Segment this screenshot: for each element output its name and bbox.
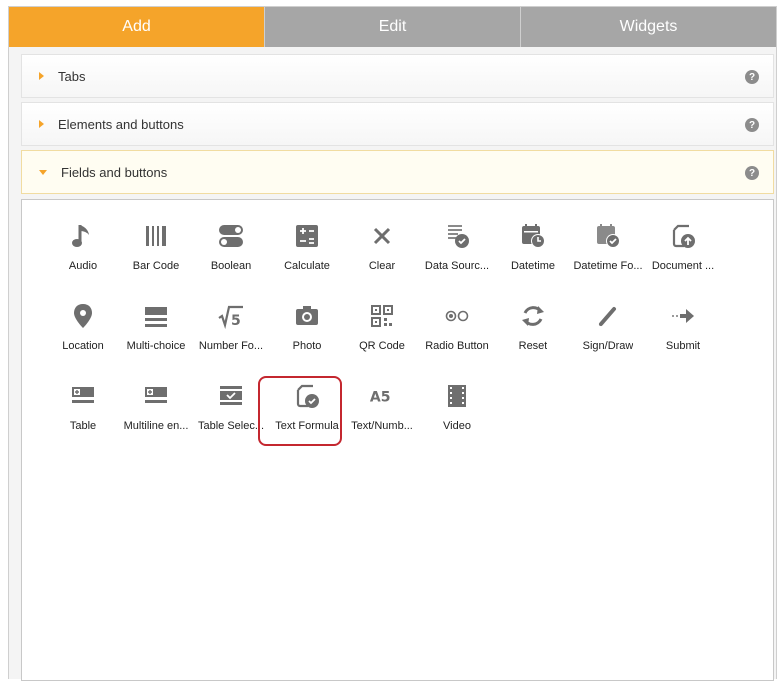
field-video[interactable]: Video xyxy=(418,380,496,444)
field-multi-choice[interactable]: Multi-choice xyxy=(117,300,195,364)
field-clear[interactable]: Clear xyxy=(343,220,421,284)
tab-edit[interactable]: Edit xyxy=(265,7,521,47)
datetime-formula-icon xyxy=(594,222,622,250)
location-icon xyxy=(69,302,97,330)
table-icon xyxy=(69,382,97,410)
field-label: Submit xyxy=(665,340,701,352)
field-bar-code[interactable]: Bar Code xyxy=(117,220,195,284)
field-label: Calculate xyxy=(284,260,330,272)
datetime-icon xyxy=(519,222,547,250)
multi-choice-icon xyxy=(142,302,170,330)
calculate-icon xyxy=(293,222,321,250)
field-number-formula[interactable]: 5 Number Fo... xyxy=(192,300,270,364)
field-label: Multi-choice xyxy=(126,340,186,352)
field-label: Datetime xyxy=(510,260,556,272)
caret-right-icon xyxy=(39,72,44,80)
field-label: Data Sourc... xyxy=(424,260,490,272)
photo-icon xyxy=(293,302,321,330)
section-fields-label: Fields and buttons xyxy=(61,164,168,180)
svg-text:5: 5 xyxy=(231,313,241,329)
video-icon xyxy=(443,382,471,410)
text-number-icon: A5 xyxy=(368,382,396,410)
field-datetime-formula[interactable]: Datetime Fo... xyxy=(569,220,647,284)
field-label: Number Fo... xyxy=(198,340,264,352)
section-tabs-label: Tabs xyxy=(58,68,86,84)
field-datetime[interactable]: Datetime xyxy=(494,220,572,284)
text-number-glyph: A5 xyxy=(370,390,391,406)
field-label: Table Selec... xyxy=(197,420,265,432)
field-multiline-entry[interactable]: Multiline en... xyxy=(117,380,195,444)
field-label: Boolean xyxy=(210,260,252,272)
field-text-number[interactable]: A5 Text/Numb... xyxy=(343,380,421,444)
field-location[interactable]: Location xyxy=(44,300,122,364)
field-label: Photo xyxy=(292,340,322,352)
audio-icon xyxy=(69,222,97,250)
clear-icon xyxy=(368,222,396,250)
field-document[interactable]: Document ... xyxy=(644,220,722,284)
section-elements-and-buttons[interactable]: Elements and buttons ? xyxy=(21,102,774,146)
data-source-icon xyxy=(443,222,471,250)
help-icon[interactable]: ? xyxy=(745,166,759,180)
caret-down-icon xyxy=(39,169,47,175)
field-radio-button[interactable]: Radio Button xyxy=(418,300,496,364)
qr-code-icon xyxy=(368,302,396,330)
text-formula-highlight xyxy=(258,376,342,446)
field-table[interactable]: Table xyxy=(44,380,122,444)
barcode-icon xyxy=(142,222,170,250)
section-fields-and-buttons[interactable]: Fields and buttons ? xyxy=(21,150,774,194)
field-data-source[interactable]: Data Sourc... xyxy=(418,220,496,284)
field-label: Location xyxy=(62,340,104,352)
caret-right-icon xyxy=(39,120,44,128)
field-label: QR Code xyxy=(359,340,405,352)
help-icon[interactable]: ? xyxy=(745,118,759,132)
number-formula-icon: 5 xyxy=(217,302,245,330)
field-photo[interactable]: Photo xyxy=(268,300,346,364)
field-submit[interactable]: Submit xyxy=(644,300,722,364)
field-label: Table xyxy=(69,420,97,432)
field-reset[interactable]: Reset xyxy=(494,300,572,364)
field-audio[interactable]: Audio xyxy=(44,220,122,284)
field-label: Document ... xyxy=(651,260,715,272)
fields-grid: Audio Bar Code Boolean Calculate Clear D… xyxy=(21,199,774,681)
field-label: Audio xyxy=(68,260,98,272)
section-elements-label: Elements and buttons xyxy=(58,116,184,132)
field-label: Clear xyxy=(368,260,396,272)
field-label: Reset xyxy=(518,340,548,352)
arrow-right-icon xyxy=(669,302,697,330)
pencil-icon xyxy=(594,302,622,330)
field-boolean[interactable]: Boolean xyxy=(192,220,270,284)
multiline-entry-icon xyxy=(142,382,170,410)
document-icon xyxy=(669,222,697,250)
boolean-icon xyxy=(217,222,245,250)
field-qr-code[interactable]: QR Code xyxy=(343,300,421,364)
reset-icon xyxy=(519,302,547,330)
radio-button-icon xyxy=(443,302,471,330)
form-builder-panel: Add Edit Widgets Tabs ? Elements and but… xyxy=(8,6,777,681)
tab-add[interactable]: Add xyxy=(9,7,265,47)
tab-widgets[interactable]: Widgets xyxy=(521,7,776,47)
field-label: Bar Code xyxy=(132,260,180,272)
field-label: Multiline en... xyxy=(123,420,189,432)
field-label: Radio Button xyxy=(425,340,489,352)
tab-bar: Add Edit Widgets xyxy=(9,7,776,47)
field-calculate[interactable]: Calculate xyxy=(268,220,346,284)
help-icon[interactable]: ? xyxy=(745,70,759,84)
table-select-icon xyxy=(217,382,245,410)
field-label: Video xyxy=(443,420,471,432)
field-label: Sign/Draw xyxy=(582,340,634,352)
field-sign-draw[interactable]: Sign/Draw xyxy=(569,300,647,364)
section-tabs[interactable]: Tabs ? xyxy=(21,54,774,98)
field-label: Text/Numb... xyxy=(351,420,413,432)
field-label: Datetime Fo... xyxy=(573,260,643,272)
